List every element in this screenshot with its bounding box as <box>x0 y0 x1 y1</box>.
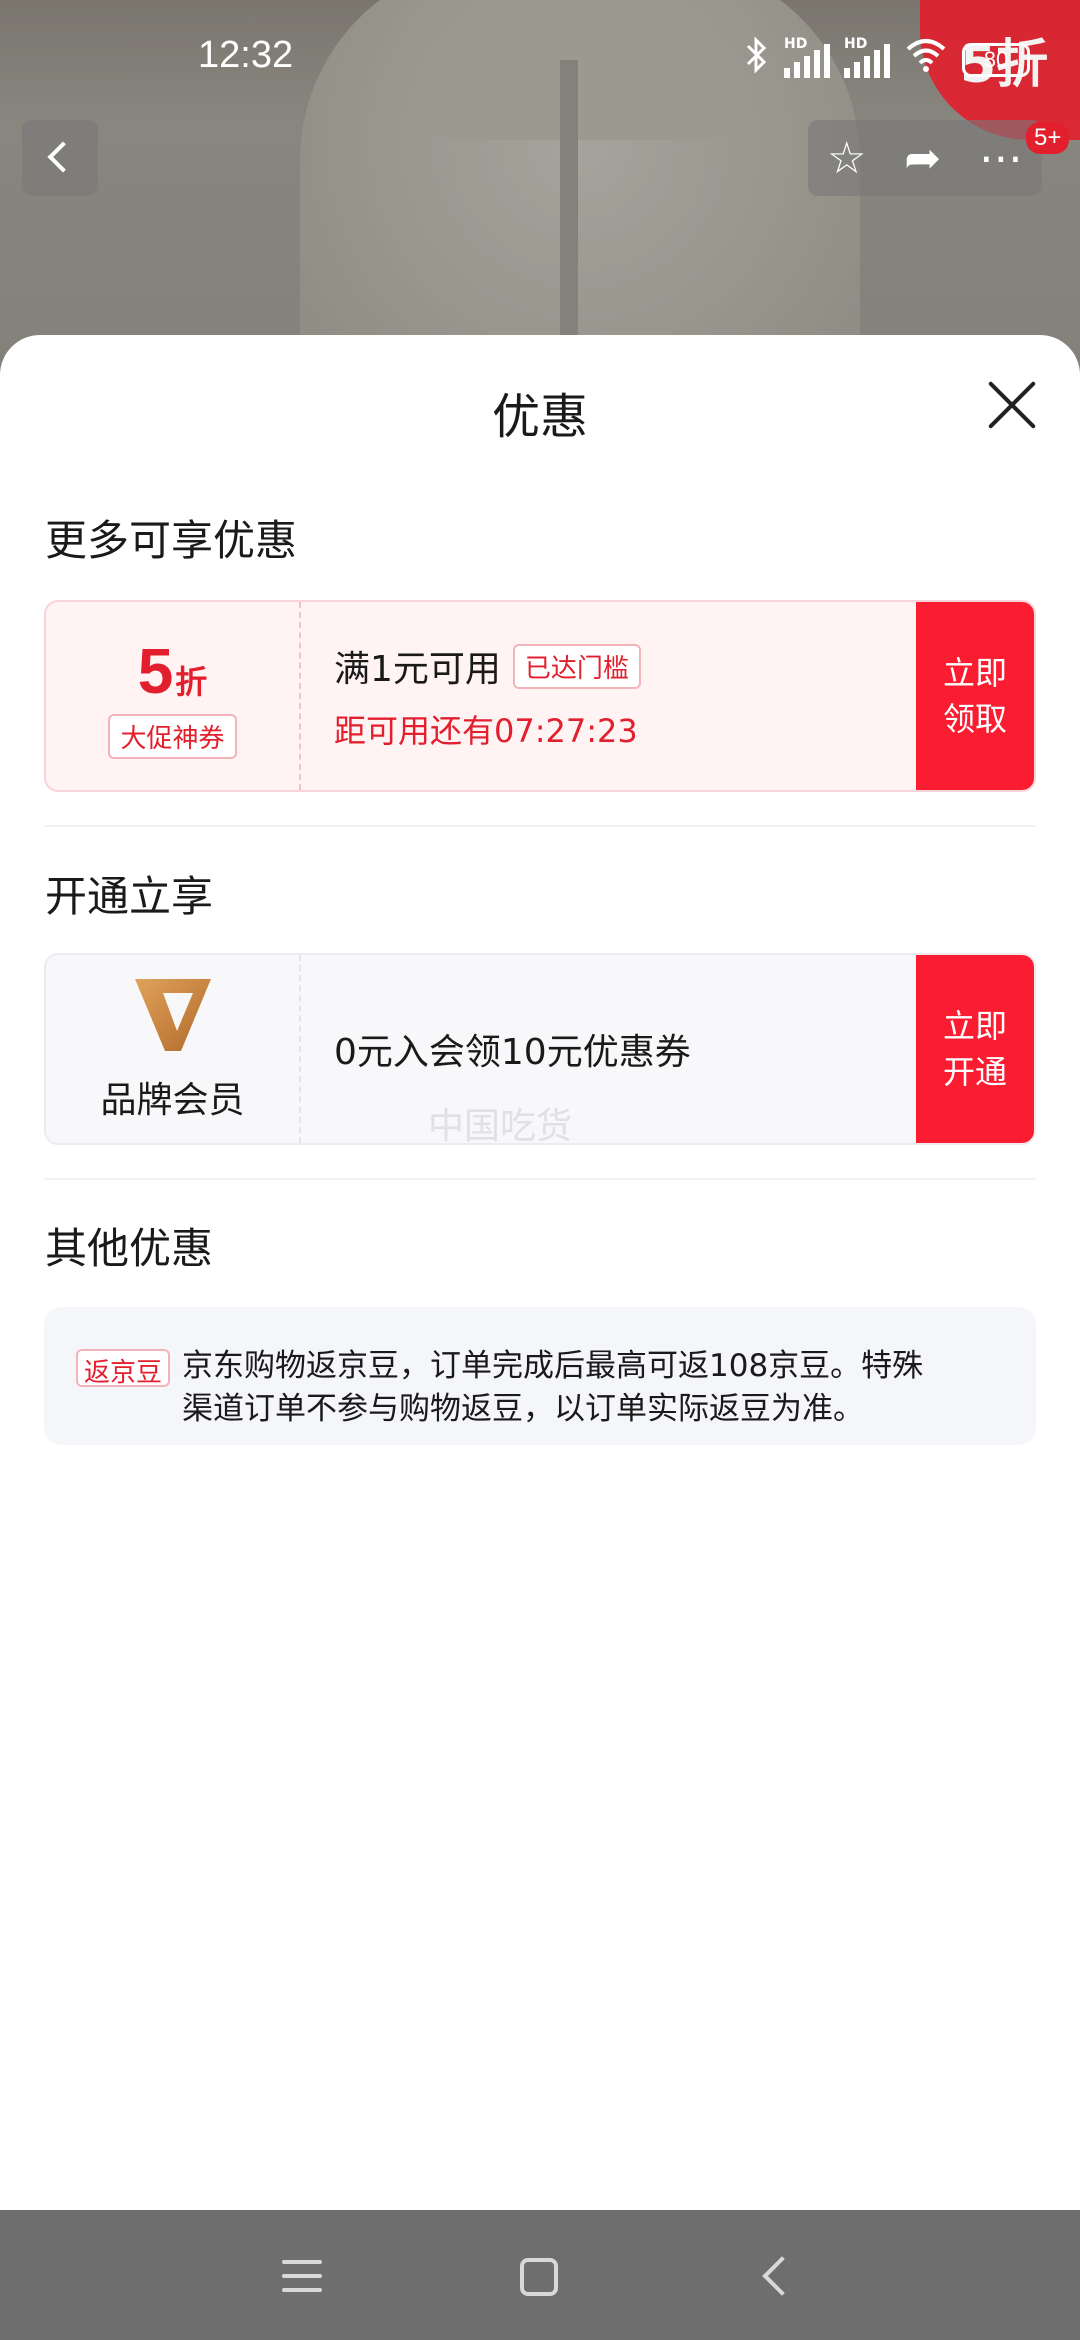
status-icons: HD HD 80 <box>744 36 1030 83</box>
top-actions: ☆ ➦ ⋯ <box>808 120 1042 196</box>
star-icon[interactable]: ☆ <box>827 133 866 184</box>
coupon-discount: 5 折 <box>138 634 208 708</box>
membership-brand-area: 品牌会员 <box>46 955 299 1143</box>
discount-number: 5 <box>137 634 174 707</box>
coupon-info: 满1元可用 已达门槛 距可用还有07:27:23 <box>301 602 916 790</box>
coupon-status-tag: 已达门槛 <box>512 643 641 689</box>
offers-sheet: 优惠 更多可享优惠 5 折 大促神券 满1元可用 已达门槛 距可用还有07:27… <box>0 335 1080 2210</box>
claim-button-line1: 立即 <box>942 654 1007 692</box>
share-icon[interactable]: ➦ <box>904 133 941 184</box>
close-icon[interactable] <box>986 379 1038 431</box>
jingdou-offer-box: 返京豆 京东购物返京豆，订单完成后最高可返108京豆。特殊渠道订单不参与购物返豆… <box>44 1307 1036 1445</box>
section-open-now: 开通立享 <box>45 872 214 921</box>
membership-label: 品牌会员 <box>100 1080 245 1121</box>
divider <box>44 825 1036 827</box>
menu-icon[interactable] <box>282 2260 322 2294</box>
signal-icon-2: HD <box>844 36 890 78</box>
claim-coupon-button[interactable]: 立即 领取 <box>916 602 1034 790</box>
battery-icon: 80 <box>962 42 1030 77</box>
jingdou-tag: 返京豆 <box>76 1349 171 1388</box>
cart-badge: 5+ <box>1026 122 1070 154</box>
section-other-offers: 其他优惠 <box>45 1224 214 1273</box>
wifi-icon <box>904 37 948 82</box>
status-time: 12:32 <box>198 34 294 76</box>
nav-back-icon[interactable] <box>762 2256 802 2296</box>
home-icon[interactable] <box>520 2258 558 2296</box>
status-bar: 12:32 HD HD 80 <box>0 0 1080 120</box>
signal-icon: HD <box>784 36 830 78</box>
watermark: 中国吃货 <box>428 1106 573 1147</box>
jingdou-description: 京东购物返京豆，订单完成后最高可返108京豆。特殊渠道订单不参与购物返豆，以订单… <box>182 1348 924 1427</box>
discount-unit: 折 <box>175 663 208 700</box>
section-more-offers: 更多可享优惠 <box>45 516 298 565</box>
bluetooth-icon <box>744 36 770 83</box>
system-nav-bar <box>0 2210 1080 2340</box>
sheet-title: 优惠 <box>491 389 588 445</box>
coupon-card: 5 折 大促神券 满1元可用 已达门槛 距可用还有07:27:23 立即 领取 <box>44 600 1036 792</box>
coupon-badge: 大促神券 <box>108 713 237 759</box>
coupon-discount-area: 5 折 大促神券 <box>46 602 299 790</box>
back-button[interactable] <box>22 120 98 196</box>
open-membership-button[interactable]: 立即 开通 <box>916 955 1034 1143</box>
coupon-threshold: 满1元可用 <box>334 649 501 690</box>
open-button-line1: 立即 <box>942 1007 1007 1045</box>
coupon-countdown: 距可用还有07:27:23 <box>334 712 638 750</box>
brand-v-logo-icon <box>133 975 213 1055</box>
open-button-line2: 开通 <box>942 1053 1007 1091</box>
claim-button-line2: 领取 <box>942 700 1007 738</box>
membership-offer: 0元入会领10元优惠券 <box>334 1032 691 1073</box>
divider-2 <box>44 1178 1036 1180</box>
more-icon[interactable]: ⋯ <box>979 133 1023 184</box>
